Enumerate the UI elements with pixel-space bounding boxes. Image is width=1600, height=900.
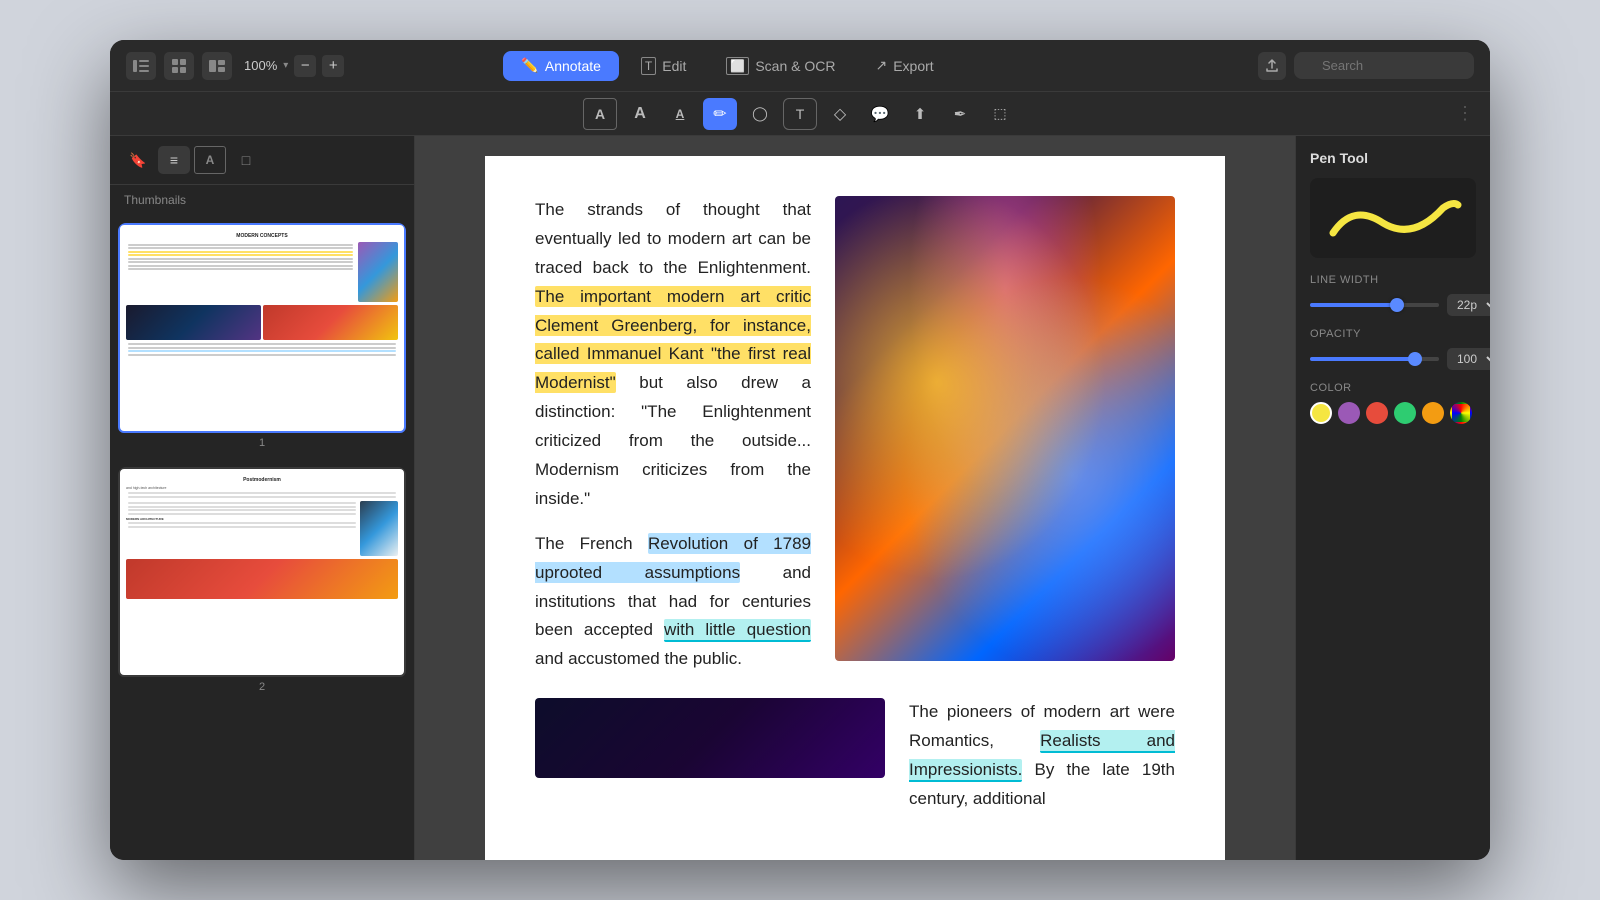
- sidebar-tab-pages[interactable]: □: [230, 146, 262, 174]
- doc-image-inner: [835, 196, 1175, 661]
- ann-tool-comment[interactable]: 💬: [863, 98, 897, 130]
- tab-export-label: Export: [893, 58, 933, 74]
- opacity-dropdown[interactable]: 100%: [1447, 348, 1490, 370]
- tab-export[interactable]: ↗ Export: [857, 51, 951, 81]
- color-swatch-purple[interactable]: [1338, 402, 1360, 424]
- highlight-yellow-1: The important modern art critic Clement …: [535, 286, 811, 394]
- highlight-blue-1: Revolution of 1789 uprooted assumptions: [535, 533, 811, 583]
- sidebar: 🔖 ≡ A □ Thumbnails MODERN CONCEPTS: [110, 136, 415, 860]
- zoom-value: 100%: [244, 58, 277, 73]
- color-swatch-green[interactable]: [1394, 402, 1416, 424]
- sidebar-toggle-btn[interactable]: [126, 52, 156, 80]
- thumb-title-1: MODERN CONCEPTS: [126, 233, 398, 239]
- layout-view-btn[interactable]: [202, 52, 232, 80]
- thumb-content-1: MODERN CONCEPTS: [120, 225, 404, 431]
- tab-edit-label: Edit: [662, 58, 686, 74]
- ann-tool-eraser[interactable]: ◯: [743, 98, 777, 130]
- zoom-decrease-btn[interactable]: −: [294, 55, 316, 77]
- color-swatch-orange[interactable]: [1422, 402, 1444, 424]
- share-btn[interactable]: [1258, 52, 1286, 80]
- nav-tabs: ✏️ Annotate T Edit ⬜ Scan & OCR ↗ Export: [503, 51, 951, 81]
- line-width-slider[interactable]: [1310, 303, 1439, 307]
- toolbar-collapse-btn[interactable]: ⋮: [1456, 103, 1474, 124]
- ann-tool-text-a[interactable]: A: [623, 98, 657, 130]
- doc-paragraph-2: The French Revolution of 1789 uprooted a…: [535, 530, 811, 674]
- thumb-inner-2: Postmodernism and high-tech architecture: [118, 467, 406, 677]
- main-content: 🔖 ≡ A □ Thumbnails MODERN CONCEPTS: [110, 136, 1490, 860]
- thumb-page-num-1: 1: [118, 433, 406, 455]
- export-icon: ↗: [875, 57, 887, 74]
- ann-tool-text-aa[interactable]: A: [583, 98, 617, 130]
- thumb-page-num-2: 2: [118, 677, 406, 699]
- thumb-content-2: Postmodernism and high-tech architecture: [120, 469, 404, 675]
- tab-scan-ocr-label: Scan & OCR: [755, 58, 835, 74]
- page-content: The strands of thought that eventually l…: [485, 156, 1225, 860]
- titlebar: 100% ▾ − + ✏️ Annotate T Edit ⬜ Scan & O…: [110, 40, 1490, 92]
- ann-tool-text-small[interactable]: A: [663, 98, 697, 130]
- line-width-label: LINE WIDTH: [1310, 274, 1476, 286]
- sidebar-tab-text[interactable]: A: [194, 146, 226, 174]
- tab-scan-ocr[interactable]: ⬜ Scan & OCR: [708, 51, 853, 81]
- doc-main-image: [835, 196, 1175, 661]
- doc-paragraph-1: The strands of thought that eventually l…: [535, 196, 811, 514]
- annotate-icon: ✏️: [521, 57, 538, 74]
- thumb-inner-1: MODERN CONCEPTS: [118, 223, 406, 433]
- doc-text-col: The strands of thought that eventually l…: [535, 196, 811, 674]
- thumbnails-label: Thumbnails: [110, 185, 414, 215]
- highlight-cyan-2: Realists and Impressionists.: [909, 730, 1175, 782]
- opacity-slider[interactable]: [1310, 357, 1439, 361]
- pen-preview: [1310, 178, 1476, 258]
- search-input[interactable]: [1294, 52, 1474, 79]
- ann-tool-highlight[interactable]: ✏: [703, 98, 737, 130]
- ann-tool-textbox[interactable]: T: [783, 98, 817, 130]
- doc-lower-image: [535, 698, 885, 778]
- tab-annotate[interactable]: ✏️ Annotate: [503, 51, 619, 81]
- ann-tool-selection[interactable]: ⬚: [983, 98, 1017, 130]
- ann-tool-stamp[interactable]: ⬆: [903, 98, 937, 130]
- sidebar-tab-thumbnails[interactable]: ≡: [158, 146, 190, 174]
- toolbar-icons: [126, 52, 232, 80]
- zoom-control: 100% ▾ − +: [244, 55, 344, 77]
- pen-stroke-preview: [1323, 193, 1463, 243]
- color-swatch-red[interactable]: [1366, 402, 1388, 424]
- right-panel: Pen Tool LINE WIDTH 22pt OPACITY 100%: [1295, 136, 1490, 860]
- doc-lower: The pioneers of modern art were Romantic…: [535, 698, 1175, 814]
- color-swatches: [1310, 402, 1476, 424]
- doc-paragraph-3: The pioneers of modern art were Romantic…: [909, 698, 1175, 814]
- tab-annotate-label: Annotate: [545, 58, 601, 74]
- app-window: 100% ▾ − + ✏️ Annotate T Edit ⬜ Scan & O…: [110, 40, 1490, 860]
- ann-tools-center: A A A ✏ ◯ T ◇ 💬 ⬆ ✒ ⬚: [583, 98, 1017, 130]
- color-label: COLOR: [1310, 382, 1476, 394]
- opacity-row: 100%: [1310, 348, 1476, 370]
- chevron-down-icon: ▾: [283, 60, 288, 71]
- ann-tool-shape[interactable]: ◇: [823, 98, 857, 130]
- color-swatch-rainbow[interactable]: [1450, 402, 1472, 424]
- sidebar-tabs: 🔖 ≡ A □: [110, 136, 414, 185]
- edit-text-icon: T: [641, 57, 656, 75]
- thumb-title-2: Postmodernism: [126, 477, 398, 483]
- search-wrapper: 🔍: [1294, 52, 1474, 79]
- ann-tool-signature[interactable]: ✒: [943, 98, 977, 130]
- document-area[interactable]: The strands of thought that eventually l…: [415, 136, 1295, 860]
- thumbnail-page-2[interactable]: Postmodernism and high-tech architecture: [118, 467, 406, 699]
- grid-view-btn[interactable]: [164, 52, 194, 80]
- opacity-label: OPACITY: [1310, 328, 1476, 340]
- pen-tool-title: Pen Tool: [1310, 150, 1476, 166]
- sidebar-tab-bookmarks[interactable]: 🔖: [122, 146, 154, 174]
- scan-icon: ⬜: [726, 57, 749, 75]
- doc-img-col: [835, 196, 1175, 674]
- thumbnail-page-1[interactable]: MODERN CONCEPTS: [118, 223, 406, 455]
- annotation-toolbar: A A A ✏ ◯ T ◇ 💬 ⬆ ✒ ⬚ ⋮: [110, 92, 1490, 136]
- doc-body: The strands of thought that eventually l…: [535, 196, 1175, 674]
- zoom-increase-btn[interactable]: +: [322, 55, 344, 77]
- line-width-row: 22pt: [1310, 294, 1476, 316]
- color-swatch-yellow[interactable]: [1310, 402, 1332, 424]
- line-width-dropdown[interactable]: 22pt: [1447, 294, 1490, 316]
- highlight-cyan-1: with little question: [664, 619, 811, 642]
- tab-edit[interactable]: T Edit: [623, 51, 704, 81]
- thumbnails-list: MODERN CONCEPTS: [110, 215, 414, 860]
